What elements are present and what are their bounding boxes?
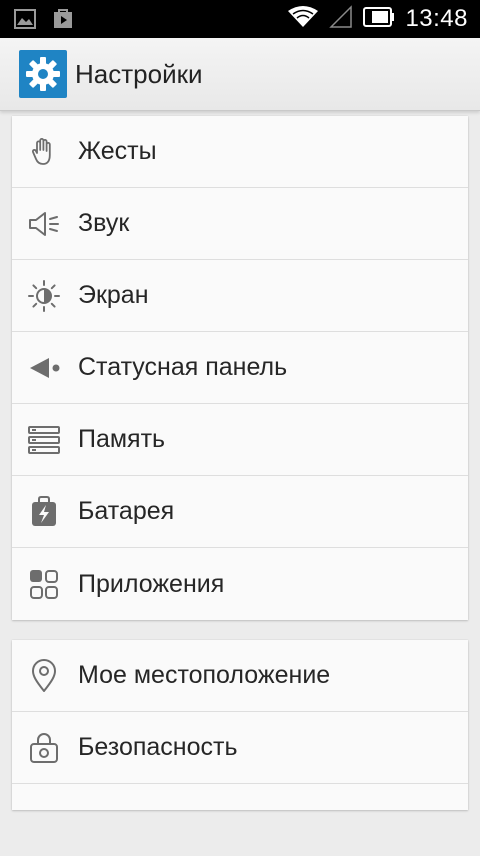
settings-item-security[interactable]: Безопасность bbox=[12, 712, 468, 784]
speaker-icon bbox=[26, 206, 62, 242]
settings-item-label: Статусная панель bbox=[78, 353, 288, 381]
settings-group-device: Жесты Звук Экран Статусная панель Память… bbox=[12, 116, 468, 620]
apps-icon bbox=[26, 566, 62, 602]
page-title: Настройки bbox=[75, 58, 203, 89]
settings-item-location[interactable]: Мое местоположение bbox=[12, 640, 468, 712]
settings-item-next[interactable] bbox=[12, 784, 468, 856]
wifi-icon bbox=[287, 5, 319, 34]
settings-item-label: Экран bbox=[78, 281, 149, 309]
play-store-icon bbox=[52, 8, 74, 35]
settings-item-label: Приложения bbox=[78, 569, 225, 598]
settings-group-personal: Мое местоположение Безопасность bbox=[12, 640, 468, 810]
battery-icon bbox=[26, 494, 62, 530]
signal-icon bbox=[329, 4, 353, 34]
settings-item-label: Память bbox=[78, 425, 166, 453]
status-panel-icon bbox=[26, 350, 62, 386]
settings-item-gestures[interactable]: Жесты bbox=[12, 116, 468, 188]
brightness-icon bbox=[26, 278, 62, 314]
storage-icon bbox=[26, 422, 62, 458]
gallery-icon bbox=[14, 9, 36, 34]
settings-item-label: Батарея bbox=[78, 497, 175, 525]
lock-icon bbox=[26, 730, 62, 766]
settings-item-label: Безопасность bbox=[78, 733, 238, 761]
status-bar: 13:48 bbox=[0, 0, 480, 38]
action-bar: Настройки bbox=[0, 38, 480, 111]
settings-item-apps[interactable]: Приложения bbox=[12, 548, 468, 620]
settings-item-status-panel[interactable]: Статусная панель bbox=[12, 332, 468, 404]
settings-item-storage[interactable]: Память bbox=[12, 404, 468, 476]
hand-icon bbox=[26, 134, 62, 170]
settings-item-label: Мое местоположение bbox=[78, 661, 331, 689]
settings-item-label: Жесты bbox=[78, 137, 157, 165]
battery-icon bbox=[363, 6, 395, 33]
settings-item-battery[interactable]: Батарея bbox=[12, 476, 468, 548]
location-icon bbox=[26, 658, 62, 694]
settings-gear-icon[interactable] bbox=[19, 50, 67, 98]
settings-item-sound[interactable]: Звук bbox=[12, 188, 468, 260]
settings-item-display[interactable]: Экран bbox=[12, 260, 468, 332]
status-time: 13:48 bbox=[405, 5, 468, 32]
settings-item-label: Звук bbox=[78, 209, 130, 237]
